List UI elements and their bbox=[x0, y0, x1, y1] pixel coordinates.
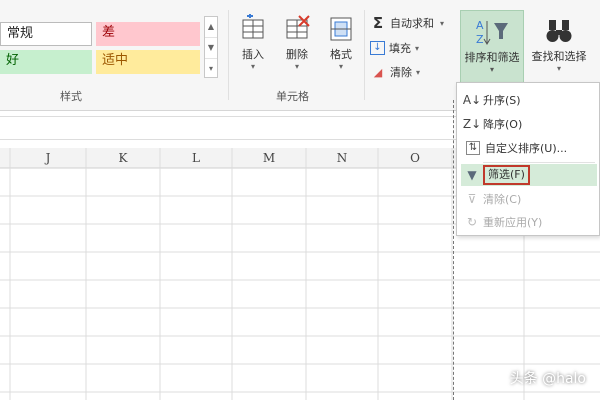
menu-item-reapply: ↻ 重新应用(Y) bbox=[461, 211, 597, 233]
style-good[interactable]: 好 bbox=[0, 50, 92, 74]
insert-cells-icon bbox=[242, 14, 264, 39]
menu-item-label: 降序(O) bbox=[483, 118, 523, 131]
reapply-icon: ↻ bbox=[466, 215, 478, 229]
sigma-icon: Σ bbox=[372, 14, 384, 32]
filter-icon: ▼ bbox=[467, 168, 477, 182]
menu-item-label: 筛选(F) bbox=[488, 168, 525, 181]
group-divider bbox=[228, 10, 229, 100]
menu-item-sort-ascending[interactable]: A↓ 升序(S) bbox=[461, 89, 597, 111]
chevron-down-icon: ▾ bbox=[338, 62, 343, 71]
gallery-scroll[interactable]: ▲ ▼ ▾ bbox=[204, 16, 218, 78]
clear-label: 清除 bbox=[390, 66, 412, 79]
fill-label: 填充 bbox=[389, 42, 411, 55]
gallery-more-icon[interactable]: ▾ bbox=[205, 59, 217, 79]
delete-button[interactable]: 删除 ▾ bbox=[278, 14, 316, 71]
sort-az-icon: A Z bbox=[476, 19, 508, 46]
menu-item-custom-sort[interactable]: ⇅ 自定义排序(U)... bbox=[461, 137, 597, 159]
menu-item-sort-descending[interactable]: Z↓ 降序(O) bbox=[461, 113, 597, 135]
column-header-n[interactable]: N bbox=[306, 148, 378, 168]
cells-group-label: 单元格 bbox=[276, 90, 309, 103]
format-button[interactable]: 格式 ▾ bbox=[322, 14, 360, 71]
sort-filter-menu: A↓ 升序(S) Z↓ 降序(O) ⇅ 自定义排序(U)... ▼ 筛选(F) … bbox=[456, 82, 600, 236]
format-cells-icon bbox=[330, 17, 352, 41]
filter-highlight-box: 筛选(F) bbox=[483, 165, 530, 185]
style-neutral[interactable]: 适中 bbox=[96, 50, 200, 74]
menu-item-label: 自定义排序(U)... bbox=[485, 142, 568, 155]
style-normal[interactable]: 常规 bbox=[0, 22, 92, 46]
styles-group-label: 样式 bbox=[60, 90, 82, 103]
page-break-line bbox=[453, 100, 454, 400]
delete-cells-icon bbox=[286, 15, 310, 39]
column-header-j[interactable]: J bbox=[10, 148, 86, 168]
chevron-down-icon: ▾ bbox=[416, 67, 421, 77]
sort-filter-button[interactable]: A Z 排序和筛选 ▾ bbox=[460, 10, 524, 86]
menu-item-clear-filter: ⊽ 清除(C) bbox=[461, 188, 597, 210]
fill-button[interactable]: ↓ 填充 ▾ bbox=[370, 40, 419, 56]
insert-button[interactable]: 插入 ▾ bbox=[234, 14, 272, 71]
delete-label: 删除 bbox=[286, 48, 308, 61]
menu-item-label: 升序(S) bbox=[483, 94, 521, 107]
eraser-icon: ◢ bbox=[373, 65, 383, 79]
find-select-button[interactable]: 查找和选择 ▾ bbox=[526, 16, 592, 73]
find-select-label: 查找和选择 bbox=[531, 50, 587, 63]
sort-filter-label: 排序和筛选 bbox=[464, 51, 520, 64]
column-header-m[interactable]: M bbox=[232, 148, 306, 168]
menu-item-filter[interactable]: ▼ 筛选(F) bbox=[461, 164, 597, 186]
fill-down-icon: ↓ bbox=[370, 41, 385, 55]
column-header-o[interactable]: O bbox=[378, 148, 452, 168]
column-header-l[interactable]: L bbox=[160, 148, 232, 168]
autosum-label: 自动求和 bbox=[390, 17, 434, 30]
binoculars-icon bbox=[546, 20, 572, 42]
chevron-down-icon: ▾ bbox=[250, 62, 255, 71]
chevron-down-icon: ▾ bbox=[415, 43, 420, 53]
menu-item-label: 清除(C) bbox=[483, 193, 522, 206]
chevron-down-icon: ▾ bbox=[294, 62, 299, 71]
group-divider bbox=[364, 10, 365, 100]
watermark: 头条 @halo bbox=[509, 371, 586, 387]
style-bad[interactable]: 差 bbox=[96, 22, 200, 46]
menu-item-label: 重新应用(Y) bbox=[483, 216, 543, 229]
chevron-down-icon: ▾ bbox=[489, 65, 494, 74]
chevron-down-icon: ▾ bbox=[556, 64, 561, 73]
clear-filter-icon: ⊽ bbox=[467, 192, 477, 206]
column-header-k[interactable]: K bbox=[86, 148, 160, 168]
custom-sort-icon: ⇅ bbox=[466, 141, 480, 155]
insert-label: 插入 bbox=[242, 48, 264, 61]
sort-ascending-icon: A↓ bbox=[462, 93, 482, 107]
svg-text:A: A bbox=[476, 19, 484, 32]
svg-text:Z: Z bbox=[476, 33, 484, 46]
format-label: 格式 bbox=[330, 48, 352, 61]
clear-button[interactable]: ◢ 清除 ▾ bbox=[370, 64, 420, 80]
chevron-down-icon: ▾ bbox=[440, 18, 445, 28]
scroll-down-icon[interactable]: ▼ bbox=[205, 38, 217, 59]
menu-separator bbox=[483, 162, 595, 163]
scroll-up-icon[interactable]: ▲ bbox=[205, 17, 217, 38]
autosum-button[interactable]: Σ 自动求和 ▾ bbox=[370, 14, 444, 32]
sort-descending-icon: Z↓ bbox=[462, 117, 482, 131]
